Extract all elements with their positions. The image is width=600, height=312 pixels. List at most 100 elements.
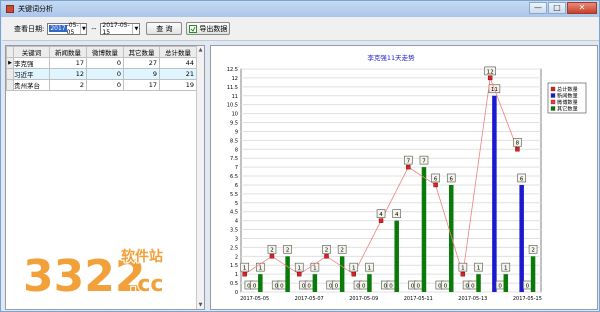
other-count-cell[interactable]: 27 [123, 57, 160, 69]
data-label: 12 [487, 69, 494, 75]
keyword-table: 关键词 新闻数量 微博数量 其它数量 总计数量 ▶ 李克强 17 0 27 44 [6, 46, 197, 91]
export-button-label: 导出数据 [199, 24, 228, 33]
keyword-cell[interactable]: 贵州茅台 [13, 79, 50, 91]
legend-swatch [550, 86, 556, 92]
bar [258, 274, 263, 292]
weibo-count-cell[interactable]: 0 [86, 57, 124, 69]
bar [530, 256, 536, 292]
data-label: 7 [422, 159, 426, 165]
news-count-cell[interactable]: 17 [49, 57, 87, 69]
date-to-picker[interactable]: 2017-05-15 ▼ [100, 21, 141, 36]
weibo-count-cell[interactable]: 0 [86, 68, 124, 80]
data-label: 1 [313, 266, 317, 272]
point [433, 182, 438, 188]
point [406, 164, 411, 170]
y-tick-label: 6.5 [230, 174, 238, 180]
total-count-cell[interactable]: 21 [159, 68, 197, 80]
chevron-down-icon[interactable]: ▼ [132, 23, 139, 34]
point [324, 254, 329, 259]
data-label: 0 [253, 283, 257, 289]
data-label: 1 [477, 266, 481, 272]
watermark-logo: 3322 .cc 软件站 [22, 247, 164, 301]
table-row[interactable]: ▶ 李克强 17 0 27 44 [6, 57, 197, 69]
data-label: 6 [449, 176, 453, 182]
query-button[interactable]: 查 询 [146, 22, 183, 35]
date-separator: -- [91, 24, 97, 33]
keyword-cell[interactable]: 李克强 [13, 57, 50, 69]
y-tick-label: 10 [232, 112, 238, 118]
data-label: 1 [504, 266, 508, 272]
column-header[interactable]: 总计数量 [159, 46, 197, 58]
maximize-button[interactable]: □ [548, 2, 566, 14]
y-tick-label: 4.5 [230, 210, 238, 216]
table-row[interactable]: 习近平 12 0 9 21 [6, 68, 197, 80]
x-tick-label: 2017-05-13 [458, 296, 487, 302]
weibo-count-cell[interactable]: 0 [86, 79, 124, 91]
data-label: 6 [434, 176, 438, 182]
date-from-picker[interactable]: 2017 -05-05 ▼ [47, 22, 88, 36]
data-label: 0 [335, 283, 339, 289]
trend-chart: 李克强11天走势00.511.522.533.544.555.566.577.5… [227, 53, 587, 302]
chevron-down-icon[interactable]: ▼ [80, 23, 86, 34]
data-label: 0 [417, 283, 421, 289]
y-tick-label: 2.5 [230, 245, 238, 251]
legend-label: 新闻数量 [557, 92, 578, 100]
y-tick-label: 0 [235, 290, 238, 296]
news-count-cell[interactable]: 12 [49, 68, 87, 80]
other-count-cell[interactable]: 17 [123, 79, 160, 91]
y-tick-label: 3 [235, 236, 238, 242]
table-row[interactable]: 贵州茅台 2 0 17 19 [6, 79, 197, 91]
data-label: 2 [531, 248, 535, 254]
date-from-year: 2017 [49, 25, 67, 32]
data-label: 2 [270, 248, 274, 254]
export-icon [189, 24, 198, 33]
bar [476, 274, 481, 292]
data-label: 0 [526, 283, 530, 289]
y-tick-label: 3.5 [230, 228, 238, 234]
minimize-button[interactable]: — [529, 2, 547, 14]
data-label: 6 [520, 176, 524, 182]
y-tick-label: 11.5 [227, 85, 238, 91]
column-header[interactable]: 关键词 [13, 46, 50, 58]
column-header[interactable]: 其它数量 [123, 46, 160, 58]
point [269, 254, 275, 259]
point [515, 147, 520, 152]
bar [503, 274, 509, 292]
y-tick-label: 11 [232, 94, 238, 100]
column-header[interactable]: 微博数量 [86, 46, 124, 58]
data-label: 7 [407, 159, 411, 165]
legend-label: 总计数量 [557, 85, 578, 93]
app-window: 关键词分析 — □ ✕ 查看日期: 2017 -05-05 ▼ -- 2017-0… [0, 0, 600, 312]
y-tick-label: 0.5 [230, 281, 238, 287]
column-header[interactable]: 新闻数量 [49, 46, 87, 58]
query-button-label: 查 询 [156, 24, 173, 33]
chart-title: 李克强11天走势 [367, 53, 415, 62]
other-count-cell[interactable]: 9 [123, 68, 160, 80]
total-count-cell[interactable]: 19 [159, 79, 197, 91]
legend-swatch [550, 106, 556, 111]
point [378, 218, 384, 223]
y-tick-label: 1 [235, 272, 238, 278]
point [297, 271, 302, 277]
scroll-up-icon[interactable]: ▲ [197, 46, 204, 54]
data-label: 1 [352, 266, 356, 272]
close-button[interactable]: ✕ [567, 2, 597, 14]
news-count-cell[interactable]: 2 [49, 79, 87, 91]
y-tick-label: 7 [235, 165, 238, 171]
data-label: 0 [498, 283, 502, 289]
bar [492, 95, 497, 292]
date-to-value: 2017-05-15 [102, 21, 130, 36]
keyword-cell[interactable]: 习近平 [13, 68, 50, 80]
y-tick-label: 12.5 [227, 67, 238, 73]
legend-swatch [550, 93, 556, 98]
scroll-down-icon[interactable]: ▼ [197, 301, 204, 309]
window-title: 关键词分析 [18, 5, 53, 13]
data-label: 2 [325, 248, 329, 254]
point [460, 271, 466, 277]
total-count-cell[interactable]: 44 [159, 57, 197, 69]
title-bar[interactable]: 关键词分析 — □ ✕ [1, 1, 599, 17]
point [242, 271, 247, 277]
table-header-row: 关键词 新闻数量 微博数量 其它数量 总计数量 [6, 46, 197, 58]
export-button[interactable]: 导出数据 [186, 22, 231, 35]
x-tick-label: 2017-05-07 [295, 296, 324, 302]
